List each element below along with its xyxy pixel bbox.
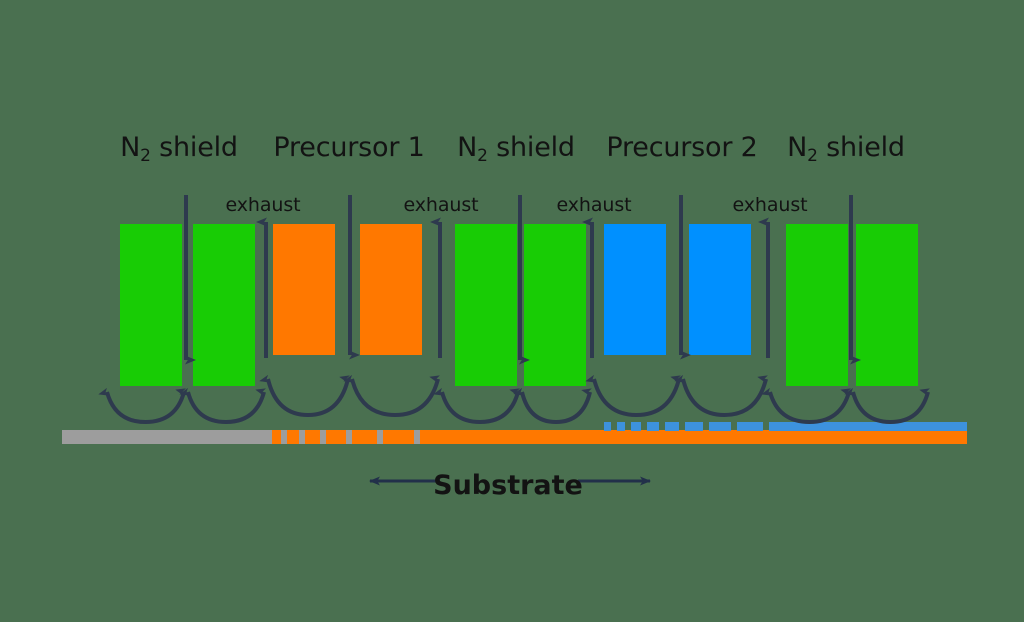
recirculation-arc-right-arc-10 [890, 388, 930, 424]
recirculation-arc-left-arc-8 [674, 374, 725, 417]
zone-label-text: N2 shield [787, 132, 905, 166]
recirculation-arc-left-arc-1 [98, 387, 146, 424]
ald-diagram-canvas: N2 shield Precursor 1 N2 shield Precursor 2… [0, 0, 1024, 622]
exhaust-label-exhaust-4: exhaust [732, 194, 808, 216]
exhaust-label-exhaust-1: exhaust [225, 194, 301, 216]
recirculation-arc-left-arc-5 [433, 387, 481, 424]
zone-label-text: N2 shield [457, 132, 575, 166]
recirculation-arc-left-arc-2 [179, 387, 227, 424]
recirculation-arc-left-arc-9 [761, 387, 810, 424]
recirculation-arc-right-arc-3 [307, 375, 350, 417]
recirculation-arc-right-arc-6 [555, 388, 592, 424]
recirculation-arc-right-arc-7 [636, 375, 681, 417]
recirculation-arc-left-arc-3 [259, 374, 309, 417]
recirculation-arc-right-arc-8 [724, 375, 768, 417]
recirculation-arc-right-arc-5 [479, 388, 520, 424]
flow-arrow-layer [98, 195, 930, 486]
recirculation-arc-right-arc-9 [809, 388, 852, 424]
recirculation-arc-left-arc-10 [844, 387, 891, 424]
zone-label-text: Precursor 1 [273, 132, 425, 163]
recirculation-arc-left-arc-7 [585, 374, 637, 417]
recirculation-arc-right-arc-2 [225, 388, 266, 424]
exhaust-label-exhaust-2: exhaust [403, 194, 479, 216]
recirculation-arc-left-arc-4 [343, 374, 396, 417]
substrate-label: Substrate [433, 470, 583, 501]
recirculation-arc-right-arc-4 [394, 375, 440, 417]
zone-label-text: N2 shield [120, 132, 238, 166]
recirculation-arc-left-arc-6 [513, 387, 557, 424]
exhaust-label-exhaust-3: exhaust [556, 194, 632, 216]
recirculation-arc-right-arc-1 [145, 388, 187, 424]
zone-label-text: Precursor 2 [606, 132, 758, 163]
